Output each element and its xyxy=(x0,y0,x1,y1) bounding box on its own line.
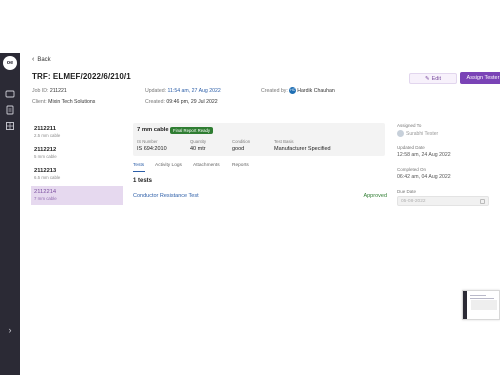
test-name-link[interactable]: Conductor Resistance Test xyxy=(133,193,199,199)
updated-date-label: Updated Date xyxy=(397,145,425,150)
created-value: 09:46 pm, 29 Jul 2022 xyxy=(166,99,218,105)
edit-button[interactable]: ✎ Edit xyxy=(409,73,457,84)
due-date-label: Due Date xyxy=(397,189,417,194)
item-description: 2.5 mm cable xyxy=(34,133,61,138)
job-id-value: 211221 xyxy=(49,88,67,94)
item-id: 2112212 xyxy=(34,147,57,153)
field-label: Quantity xyxy=(190,139,207,144)
field-label: IS Number xyxy=(137,139,158,144)
field-value: good xyxy=(232,145,245,152)
calendar-icon xyxy=(480,198,485,204)
created: Created: 09:46 pm, 29 Jul 2022 xyxy=(145,99,218,105)
job-id: Job ID: 211221 xyxy=(32,88,67,94)
item-id: 2112211 xyxy=(34,126,56,132)
assign-tester-button[interactable]: Assign Tester xyxy=(460,72,500,84)
grid-icon[interactable] xyxy=(5,121,15,131)
table-row: Conductor Resistance Test Approved xyxy=(133,193,387,201)
assigned-to-section: Assigned To Surabhi Tester xyxy=(397,123,492,137)
client: Client: Mixin Tech Solutions xyxy=(32,99,95,105)
item-id: 2112213 xyxy=(34,168,57,174)
status-badge: Final Report Ready xyxy=(170,126,214,134)
updated: Updated: 11:54 am, 27 Aug 2022 xyxy=(145,88,221,94)
sidebar: oe › xyxy=(0,53,20,375)
list-item[interactable]: 2112211 2.5 mm cable xyxy=(31,123,123,142)
trf-item-list: 2112211 2.5 mm cable 2112212 5 mm cable … xyxy=(31,123,123,207)
screen-preview-thumbnail[interactable] xyxy=(462,290,500,320)
field-condition: Condition good xyxy=(232,139,250,152)
field-label: Test Basis xyxy=(274,139,294,144)
detail-tabs: Tests Activity Logs Attachments Reports xyxy=(133,162,385,172)
app-window: oe › ‹ Back TRF: ELMEF/2022/6/210/1 ✎ Ed… xyxy=(0,0,500,375)
card-title: 7 mm cable xyxy=(137,127,169,133)
completed-on-label: Completed On xyxy=(397,167,427,172)
field-is-number: IS Number IS 694:2010 xyxy=(137,139,167,152)
back-label: Back xyxy=(37,56,51,63)
edit-label: Edit xyxy=(431,75,442,82)
updated-date-section: Updated Date 12:58 am, 24 Aug 2022 xyxy=(397,145,492,158)
list-item[interactable]: 2112213 6.5 mm cable xyxy=(31,165,123,184)
field-label: Condition xyxy=(232,139,251,144)
tab-attachments[interactable]: Attachments xyxy=(193,163,220,168)
completed-on-value: 06:42 am, 04 Aug 2022 xyxy=(397,174,451,180)
app-logo[interactable]: oe xyxy=(3,56,17,70)
field-value: IS 694:2010 xyxy=(137,145,167,152)
due-date-field[interactable]: 05-08-2022 xyxy=(397,196,489,206)
field-test-basis: Test Basis Manufacturer Specified xyxy=(274,139,331,152)
page-title: TRF: ELMEF/2022/6/210/1 xyxy=(32,72,131,81)
list-item-selected[interactable]: 2112214 7 mm cable xyxy=(31,186,123,205)
field-value: Manufacturer Specified xyxy=(274,145,331,152)
document-icon[interactable] xyxy=(5,105,15,115)
updated-date-value: 12:58 am, 24 Aug 2022 xyxy=(397,152,451,158)
updated-value: 11:54 am, 27 Aug 2022 xyxy=(167,88,221,94)
item-id: 2112214 xyxy=(34,189,57,195)
created-by: Created by: HC Hardik Chauhan xyxy=(261,87,335,94)
field-value: 40 mtr xyxy=(190,145,206,152)
thumbnail-box xyxy=(471,300,497,310)
tab-activity-logs[interactable]: Activity Logs xyxy=(155,163,182,168)
field-quantity: Quantity 40 mtr xyxy=(190,139,206,152)
tab-reports[interactable]: Reports xyxy=(232,163,249,168)
item-description: 7 mm cable xyxy=(34,196,57,201)
thumbnail-line xyxy=(470,295,486,296)
test-status: Approved xyxy=(363,193,387,199)
created-by-value: Hardik Chauhan xyxy=(297,87,335,94)
item-description: 5 mm cable xyxy=(34,154,57,159)
item-detail-card: 7 mm cable Final Report Ready IS Number … xyxy=(133,123,385,156)
assignee-name: Surabhi Tester xyxy=(406,130,439,137)
item-description: 6.5 mm cable xyxy=(34,175,61,180)
client-label: Client: xyxy=(32,99,47,105)
updated-label: Updated: xyxy=(145,88,167,94)
due-date-section: Due Date 05-08-2022 xyxy=(397,189,492,206)
thumbnail-line xyxy=(470,298,494,299)
thumbnail-sidebar xyxy=(463,291,467,319)
pencil-icon: ✎ xyxy=(424,75,430,82)
dashboard-icon[interactable] xyxy=(5,89,15,99)
tab-tests[interactable]: Tests xyxy=(133,163,144,168)
completed-on-section: Completed On 06:42 am, 04 Aug 2022 xyxy=(397,167,492,180)
created-label: Created: xyxy=(145,99,165,105)
expand-sidebar-icon[interactable]: › xyxy=(5,325,15,335)
avatar: HC xyxy=(289,87,297,94)
active-tab-indicator xyxy=(133,170,145,172)
job-id-label: Job ID: xyxy=(32,88,49,94)
assigned-to-label: Assigned To xyxy=(397,123,422,128)
created-by-label: Created by: xyxy=(261,87,288,94)
assignee: Surabhi Tester xyxy=(397,130,492,137)
client-value: Mixin Tech Solutions xyxy=(48,99,96,105)
user-avatar-icon xyxy=(397,130,404,137)
main-content: ‹ Back TRF: ELMEF/2022/6/210/1 ✎ Edit As… xyxy=(20,53,500,375)
back-link[interactable]: ‹ Back xyxy=(32,56,51,63)
tests-count: 1 tests xyxy=(133,178,153,184)
list-item[interactable]: 2112212 5 mm cable xyxy=(31,144,123,163)
arrow-left-icon: ‹ xyxy=(32,56,35,63)
due-date-value: 05-08-2022 xyxy=(401,198,426,204)
